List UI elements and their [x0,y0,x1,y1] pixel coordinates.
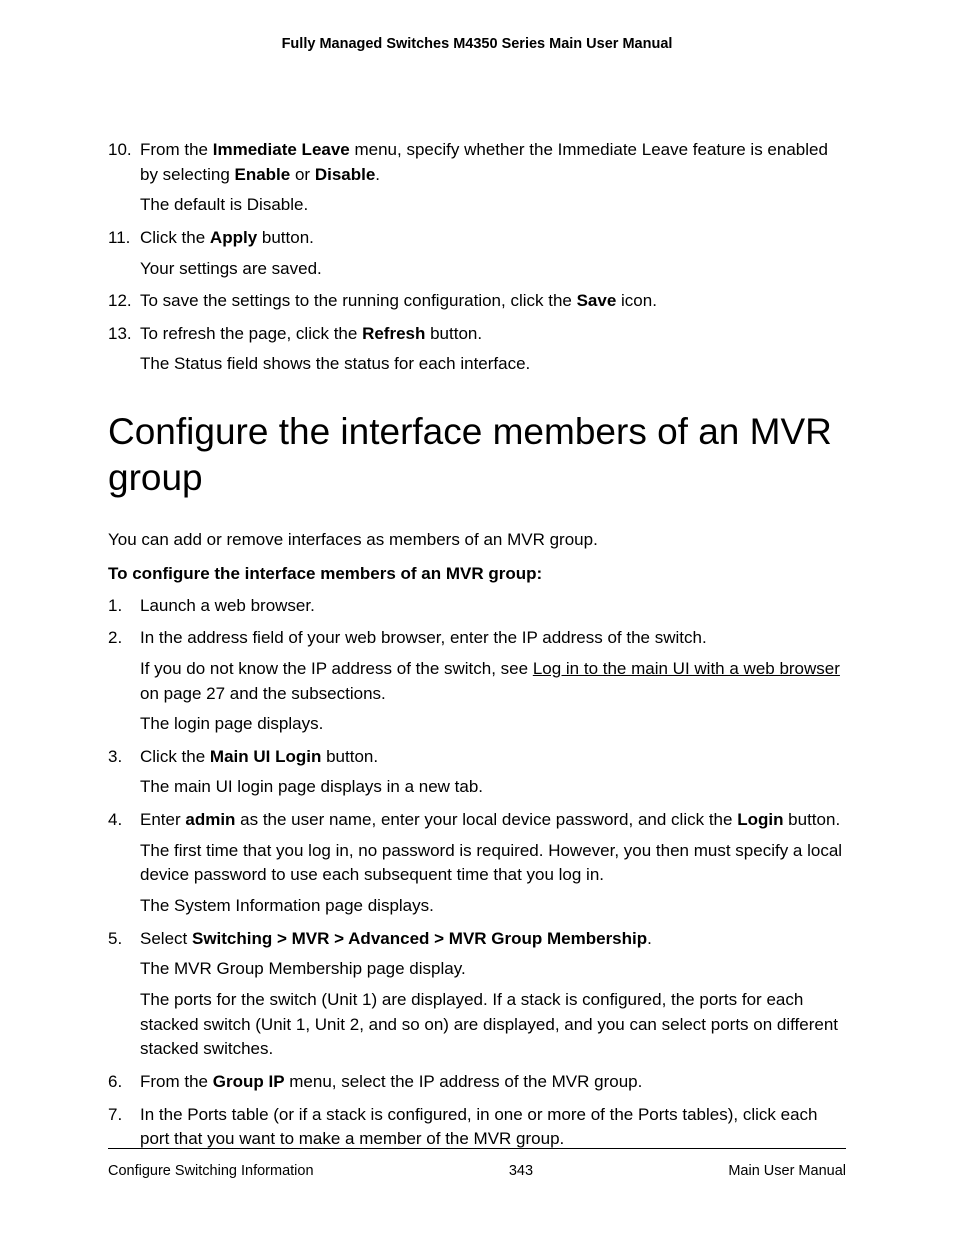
step-number: 4. [108,808,122,833]
footer-manual-name: Main User Manual [728,1163,846,1179]
step-number: 7. [108,1103,122,1128]
step-13: 13. To refresh the page, click the Refre… [108,322,846,377]
step-subtext: The default is Disable. [140,193,846,218]
step-number: 2. [108,626,122,651]
section-heading: Configure the interface members of an MV… [108,409,846,502]
step-subtext: Your settings are saved. [140,257,846,282]
continued-steps-list: 10. From the Immediate Leave menu, speci… [108,138,846,377]
step-subtext: The first time that you log in, no passw… [140,839,846,888]
step-6: 6. From the Group IP menu, select the IP… [108,1070,846,1095]
step-text: To refresh the page, click the Refresh b… [140,324,482,343]
step-text: From the Group IP menu, select the IP ad… [140,1072,642,1091]
page-header-title: Fully Managed Switches M4350 Series Main… [108,36,846,52]
step-text: In the address field of your web browser… [140,628,707,647]
page-footer: Configure Switching Information 343 Main… [108,1148,846,1179]
cross-reference-link[interactable]: Log in to the main UI with a web browser [533,659,840,678]
procedure-steps-list: 1. Launch a web browser. 2. In the addre… [108,594,846,1152]
step-text: Click the Main UI Login button. [140,747,378,766]
step-number: 1. [108,594,122,619]
step-5: 5. Select Switching > MVR > Advanced > M… [108,927,846,1062]
footer-section-name: Configure Switching Information [108,1163,314,1179]
footer-page-number: 343 [509,1163,533,1179]
step-text: To save the settings to the running conf… [140,291,657,310]
step-text: From the Immediate Leave menu, specify w… [140,140,828,184]
step-subtext: The login page displays. [140,712,846,737]
step-subtext: The main UI login page displays in a new… [140,775,846,800]
section-intro: You can add or remove interfaces as memb… [108,530,846,550]
step-10: 10. From the Immediate Leave menu, speci… [108,138,846,218]
step-subtext: The ports for the switch (Unit 1) are di… [140,988,846,1062]
step-text: Launch a web browser. [140,596,315,615]
step-number: 13. [108,322,132,347]
procedure-heading: To configure the interface members of an… [108,564,846,584]
step-number: 12. [108,289,132,314]
step-number: 3. [108,745,122,770]
step-11: 11. Click the Apply button. Your setting… [108,226,846,281]
step-7: 7. In the Ports table (or if a stack is … [108,1103,846,1152]
step-subtext: The System Information page displays. [140,894,846,919]
step-4: 4. Enter admin as the user name, enter y… [108,808,846,919]
step-subtext: The Status field shows the status for ea… [140,352,846,377]
step-subtext: If you do not know the IP address of the… [140,657,846,706]
page-content: Fully Managed Switches M4350 Series Main… [0,0,954,1152]
step-number: 5. [108,927,122,952]
step-number: 11. [108,226,130,251]
step-subtext: The MVR Group Membership page display. [140,957,846,982]
step-12: 12. To save the settings to the running … [108,289,846,314]
step-text: In the Ports table (or if a stack is con… [140,1105,818,1149]
step-text: Enter admin as the user name, enter your… [140,810,840,829]
step-number: 6. [108,1070,122,1095]
step-number: 10. [108,138,132,163]
step-text: Click the Apply button. [140,228,314,247]
step-3: 3. Click the Main UI Login button. The m… [108,745,846,800]
step-text: Select Switching > MVR > Advanced > MVR … [140,929,652,948]
step-1: 1. Launch a web browser. [108,594,846,619]
step-2: 2. In the address field of your web brow… [108,626,846,737]
